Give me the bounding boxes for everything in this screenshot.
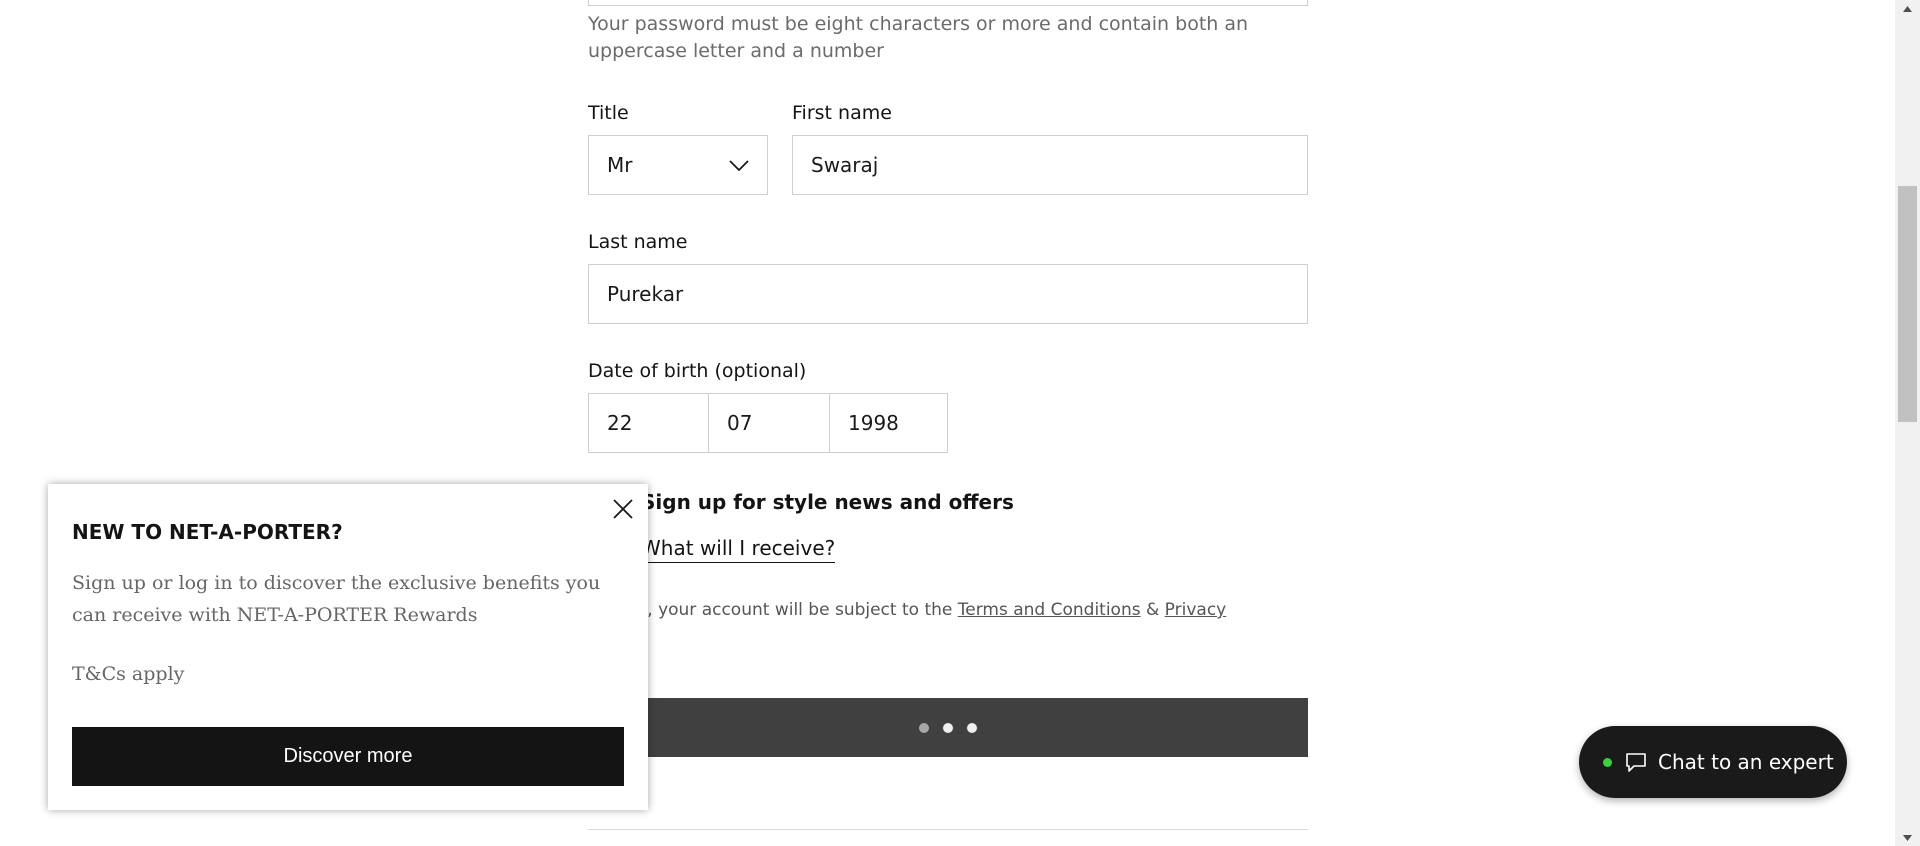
scroll-up-icon[interactable]	[1895, 0, 1920, 17]
password-helper-text: Your password must be eight characters o…	[588, 13, 1249, 62]
terms-link[interactable]: Terms and Conditions	[958, 600, 1141, 620]
privacy-link[interactable]: Privacy	[1165, 600, 1227, 620]
dob-month-input[interactable]: 07	[708, 393, 830, 453]
terms-text: stering, your account will be subject to…	[588, 600, 1308, 620]
dob-day-input[interactable]: 22	[588, 393, 709, 453]
chevron-down-icon	[729, 160, 749, 172]
what-will-i-receive-link[interactable]: What will I receive?	[641, 536, 836, 563]
title-select-value: Mr	[607, 153, 633, 177]
scroll-down-icon[interactable]	[1895, 829, 1920, 846]
terms-amp: &	[1140, 600, 1165, 620]
first-name-input[interactable]: Swaraj	[792, 135, 1308, 195]
loading-dot	[943, 722, 953, 733]
register-button[interactable]	[588, 698, 1308, 757]
loading-dot	[967, 722, 977, 733]
first-name-label: First name	[792, 102, 892, 124]
rewards-popup: NEW TO NET-A-PORTER? Sign up or log in t…	[48, 484, 648, 810]
chat-to-expert-button[interactable]: Chat to an expert	[1579, 726, 1847, 798]
scroll-thumb[interactable]	[1898, 186, 1917, 422]
discover-more-button[interactable]: Discover more	[72, 727, 624, 786]
last-name-label: Last name	[588, 231, 688, 253]
password-field-edge[interactable]	[588, 0, 1308, 6]
popup-description: Sign up or log in to discover the exclus…	[72, 572, 601, 626]
chat-bubble-icon	[1626, 753, 1646, 772]
divider	[588, 829, 1308, 830]
title-label: Title	[588, 102, 629, 124]
last-name-input[interactable]: Purekar	[588, 264, 1308, 324]
loading-dot	[919, 722, 929, 733]
dob-label: Date of birth (optional)	[588, 360, 807, 382]
popup-tcs: T&Cs apply	[72, 663, 185, 685]
newsletter-checkbox-label[interactable]: Sign up for style news and offers	[641, 490, 1014, 514]
chat-label: Chat to an expert	[1658, 750, 1834, 774]
page-scrollbar[interactable]	[1895, 0, 1920, 846]
popup-title: NEW TO NET-A-PORTER?	[72, 520, 343, 544]
title-select[interactable]: Mr	[588, 135, 768, 195]
online-status-dot	[1603, 757, 1612, 767]
close-icon[interactable]	[610, 496, 636, 522]
dob-year-input[interactable]: 1998	[829, 393, 948, 453]
